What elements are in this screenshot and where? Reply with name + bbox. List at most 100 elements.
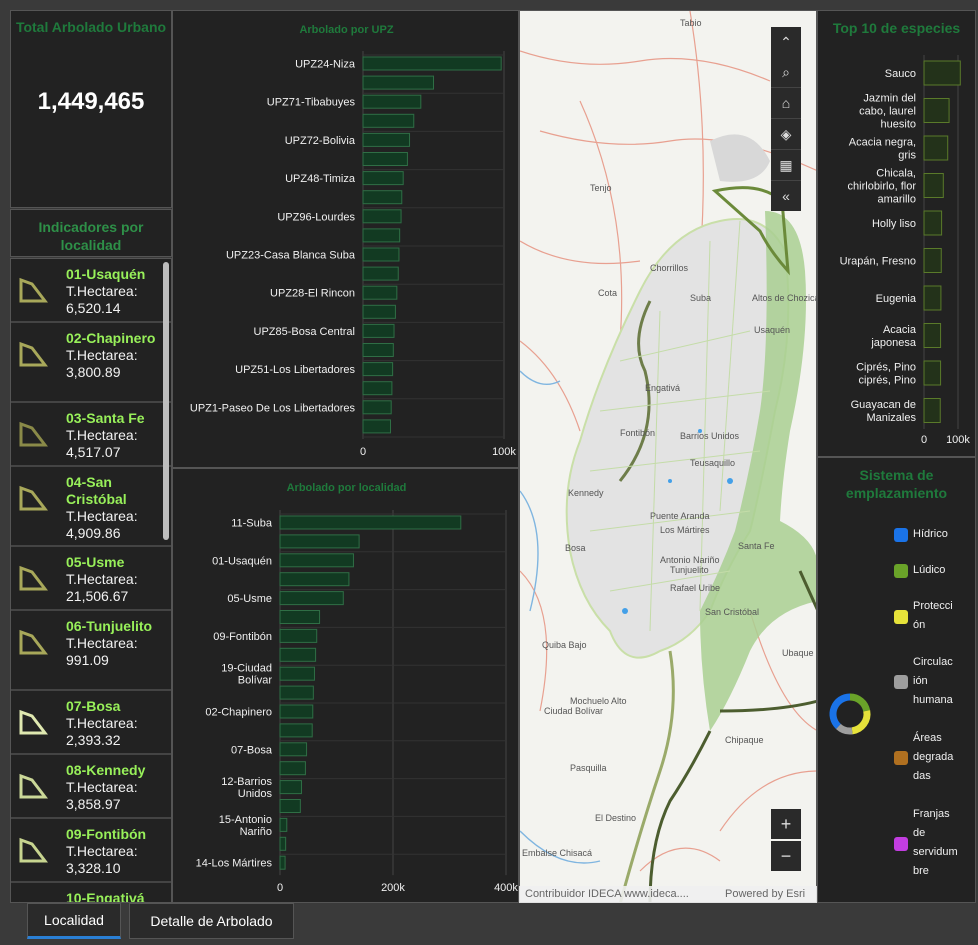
layers-icon[interactable]: ◈ bbox=[771, 119, 801, 150]
bar[interactable] bbox=[279, 685, 314, 700]
bar[interactable] bbox=[362, 304, 396, 319]
tab-localidad[interactable]: Localidad bbox=[27, 903, 121, 939]
bar[interactable] bbox=[362, 152, 408, 166]
total-value: 1,449,465 bbox=[37, 88, 145, 115]
x-tick-label: 0 bbox=[360, 446, 366, 458]
bar[interactable] bbox=[279, 591, 344, 606]
y-tick-label: 15-Antonio Nariño bbox=[219, 814, 272, 838]
donut-slice[interactable] bbox=[829, 693, 851, 729]
bar[interactable] bbox=[279, 515, 462, 530]
bar[interactable] bbox=[923, 173, 944, 198]
zoom-in-button[interactable]: + bbox=[771, 809, 801, 839]
map-place-label: Mochuelo Alto bbox=[570, 696, 627, 706]
indicador-item[interactable]: 06-Tunjuelito T.Hectarea: 991.09 bbox=[11, 611, 171, 691]
bar[interactable] bbox=[279, 610, 321, 624]
indicador-name: 06-Tunjuelito bbox=[66, 618, 153, 634]
legend-swatch[interactable] bbox=[894, 609, 908, 624]
bar[interactable] bbox=[362, 113, 415, 128]
bar[interactable] bbox=[279, 534, 360, 549]
bar[interactable] bbox=[362, 94, 422, 109]
legend-label: Franjas de servidum bre bbox=[913, 805, 975, 881]
bar[interactable] bbox=[923, 210, 943, 236]
powered-by-text[interactable]: Powered by Esri bbox=[725, 888, 805, 900]
indicador-item[interactable]: 08-Kennedy T.Hectarea: 3,858.97 bbox=[11, 755, 171, 819]
map-place-label: Cota bbox=[598, 288, 617, 298]
bar[interactable] bbox=[279, 836, 287, 851]
indicador-item[interactable]: 10-EngativáT.Hectarea: bbox=[11, 883, 171, 902]
bar[interactable] bbox=[279, 553, 354, 568]
bar[interactable] bbox=[923, 398, 941, 423]
chart-title: Arbolado por UPZ bbox=[299, 24, 393, 36]
collapse-left-icon[interactable]: « bbox=[771, 181, 801, 211]
legend-swatch[interactable] bbox=[894, 528, 908, 542]
y-tick-label: Chicala, chirlobirlo, flor amarillo bbox=[848, 168, 917, 206]
indicador-item[interactable]: 09-Fontibón T.Hectarea: 3,328.10 bbox=[11, 819, 171, 883]
legend-swatch[interactable] bbox=[894, 564, 908, 578]
collapse-up-icon[interactable]: ⌃ bbox=[771, 27, 801, 58]
indicador-text: 01-Usaquén T.Hectarea: 6,520.14 bbox=[66, 266, 158, 317]
legend-swatch[interactable] bbox=[894, 675, 908, 689]
legend-label-line: humana bbox=[913, 694, 953, 706]
bar[interactable] bbox=[362, 362, 394, 377]
bar[interactable] bbox=[279, 780, 302, 795]
map-place-label: Chipaque bbox=[725, 735, 764, 745]
search-icon[interactable]: ⌕ bbox=[771, 57, 801, 88]
donut-slice[interactable] bbox=[835, 723, 853, 735]
y-tick-label: 05-Usme bbox=[227, 593, 272, 605]
bar[interactable] bbox=[362, 323, 395, 338]
bar[interactable] bbox=[279, 647, 317, 662]
legend-swatch[interactable] bbox=[894, 751, 908, 765]
bar[interactable] bbox=[923, 323, 942, 348]
bar[interactable] bbox=[279, 666, 315, 681]
indicador-item[interactable]: 07-Bosa T.Hectarea: 2,393.32 bbox=[11, 691, 171, 755]
bar[interactable] bbox=[279, 742, 308, 757]
legend-swatch[interactable] bbox=[894, 836, 908, 851]
map-place-label: Usaquén bbox=[754, 325, 790, 335]
bar[interactable] bbox=[362, 171, 404, 186]
bar[interactable] bbox=[279, 704, 314, 719]
zoom-out-button[interactable]: − bbox=[771, 841, 801, 871]
donut-slice[interactable] bbox=[851, 710, 871, 735]
bar[interactable] bbox=[279, 817, 288, 832]
y-tick-label: 02-Chapinero bbox=[205, 707, 272, 719]
bar[interactable] bbox=[362, 75, 434, 90]
indicador-item[interactable]: 03-Santa Fe T.Hectarea: 4,517.07 bbox=[11, 403, 171, 467]
qr-code-icon[interactable]: ▦ bbox=[771, 150, 801, 181]
bar[interactable] bbox=[362, 381, 393, 396]
indicador-item[interactable]: 02-Chapinero T.Hectarea: 3,800.89 bbox=[11, 323, 171, 403]
scrollbar-thumb[interactable] bbox=[163, 262, 169, 540]
home-icon[interactable]: ⌂ bbox=[771, 88, 801, 119]
bar[interactable] bbox=[362, 285, 398, 300]
legend-label-line: Circulac bbox=[913, 656, 953, 668]
bar[interactable] bbox=[279, 723, 313, 738]
y-tick-label: Ciprés, Pino ciprés, Pino bbox=[856, 362, 916, 387]
bar[interactable] bbox=[362, 228, 401, 243]
bar[interactable] bbox=[279, 799, 301, 813]
bar[interactable] bbox=[923, 98, 950, 123]
indicador-item[interactable]: 05-Usme T.Hectarea: 21,506.67 bbox=[11, 547, 171, 611]
bar[interactable] bbox=[279, 855, 286, 870]
indicador-item[interactable]: 04-San Cristóbal T.Hectarea: 4,909.86 bbox=[11, 467, 171, 547]
bar[interactable] bbox=[362, 400, 392, 415]
bar[interactable] bbox=[362, 266, 399, 281]
donut-slice[interactable] bbox=[849, 693, 871, 712]
bar[interactable] bbox=[362, 343, 394, 357]
bar[interactable] bbox=[362, 190, 403, 205]
bar[interactable] bbox=[279, 572, 350, 587]
bar[interactable] bbox=[362, 209, 402, 224]
bar[interactable] bbox=[923, 135, 949, 161]
bar[interactable] bbox=[279, 761, 306, 776]
bar[interactable] bbox=[923, 285, 942, 311]
bar[interactable] bbox=[923, 60, 961, 86]
indicadores-list[interactable]: 01-Usaquén T.Hectarea: 6,520.14 02-Chapiner… bbox=[10, 258, 172, 903]
tab-detalle-arbolado[interactable]: Detalle de Arbolado bbox=[129, 903, 294, 939]
bar[interactable] bbox=[362, 56, 502, 71]
total-arbolado-panel: Total Arbolado Urbano 1,449,465 bbox=[10, 10, 172, 208]
bar[interactable] bbox=[279, 628, 318, 643]
bar[interactable] bbox=[362, 247, 400, 262]
indicador-item[interactable]: 01-Usaquén T.Hectarea: 6,520.14 bbox=[11, 259, 171, 323]
bar[interactable] bbox=[362, 419, 391, 434]
bar[interactable] bbox=[923, 248, 942, 273]
bar[interactable] bbox=[362, 132, 411, 147]
bar[interactable] bbox=[923, 360, 942, 386]
